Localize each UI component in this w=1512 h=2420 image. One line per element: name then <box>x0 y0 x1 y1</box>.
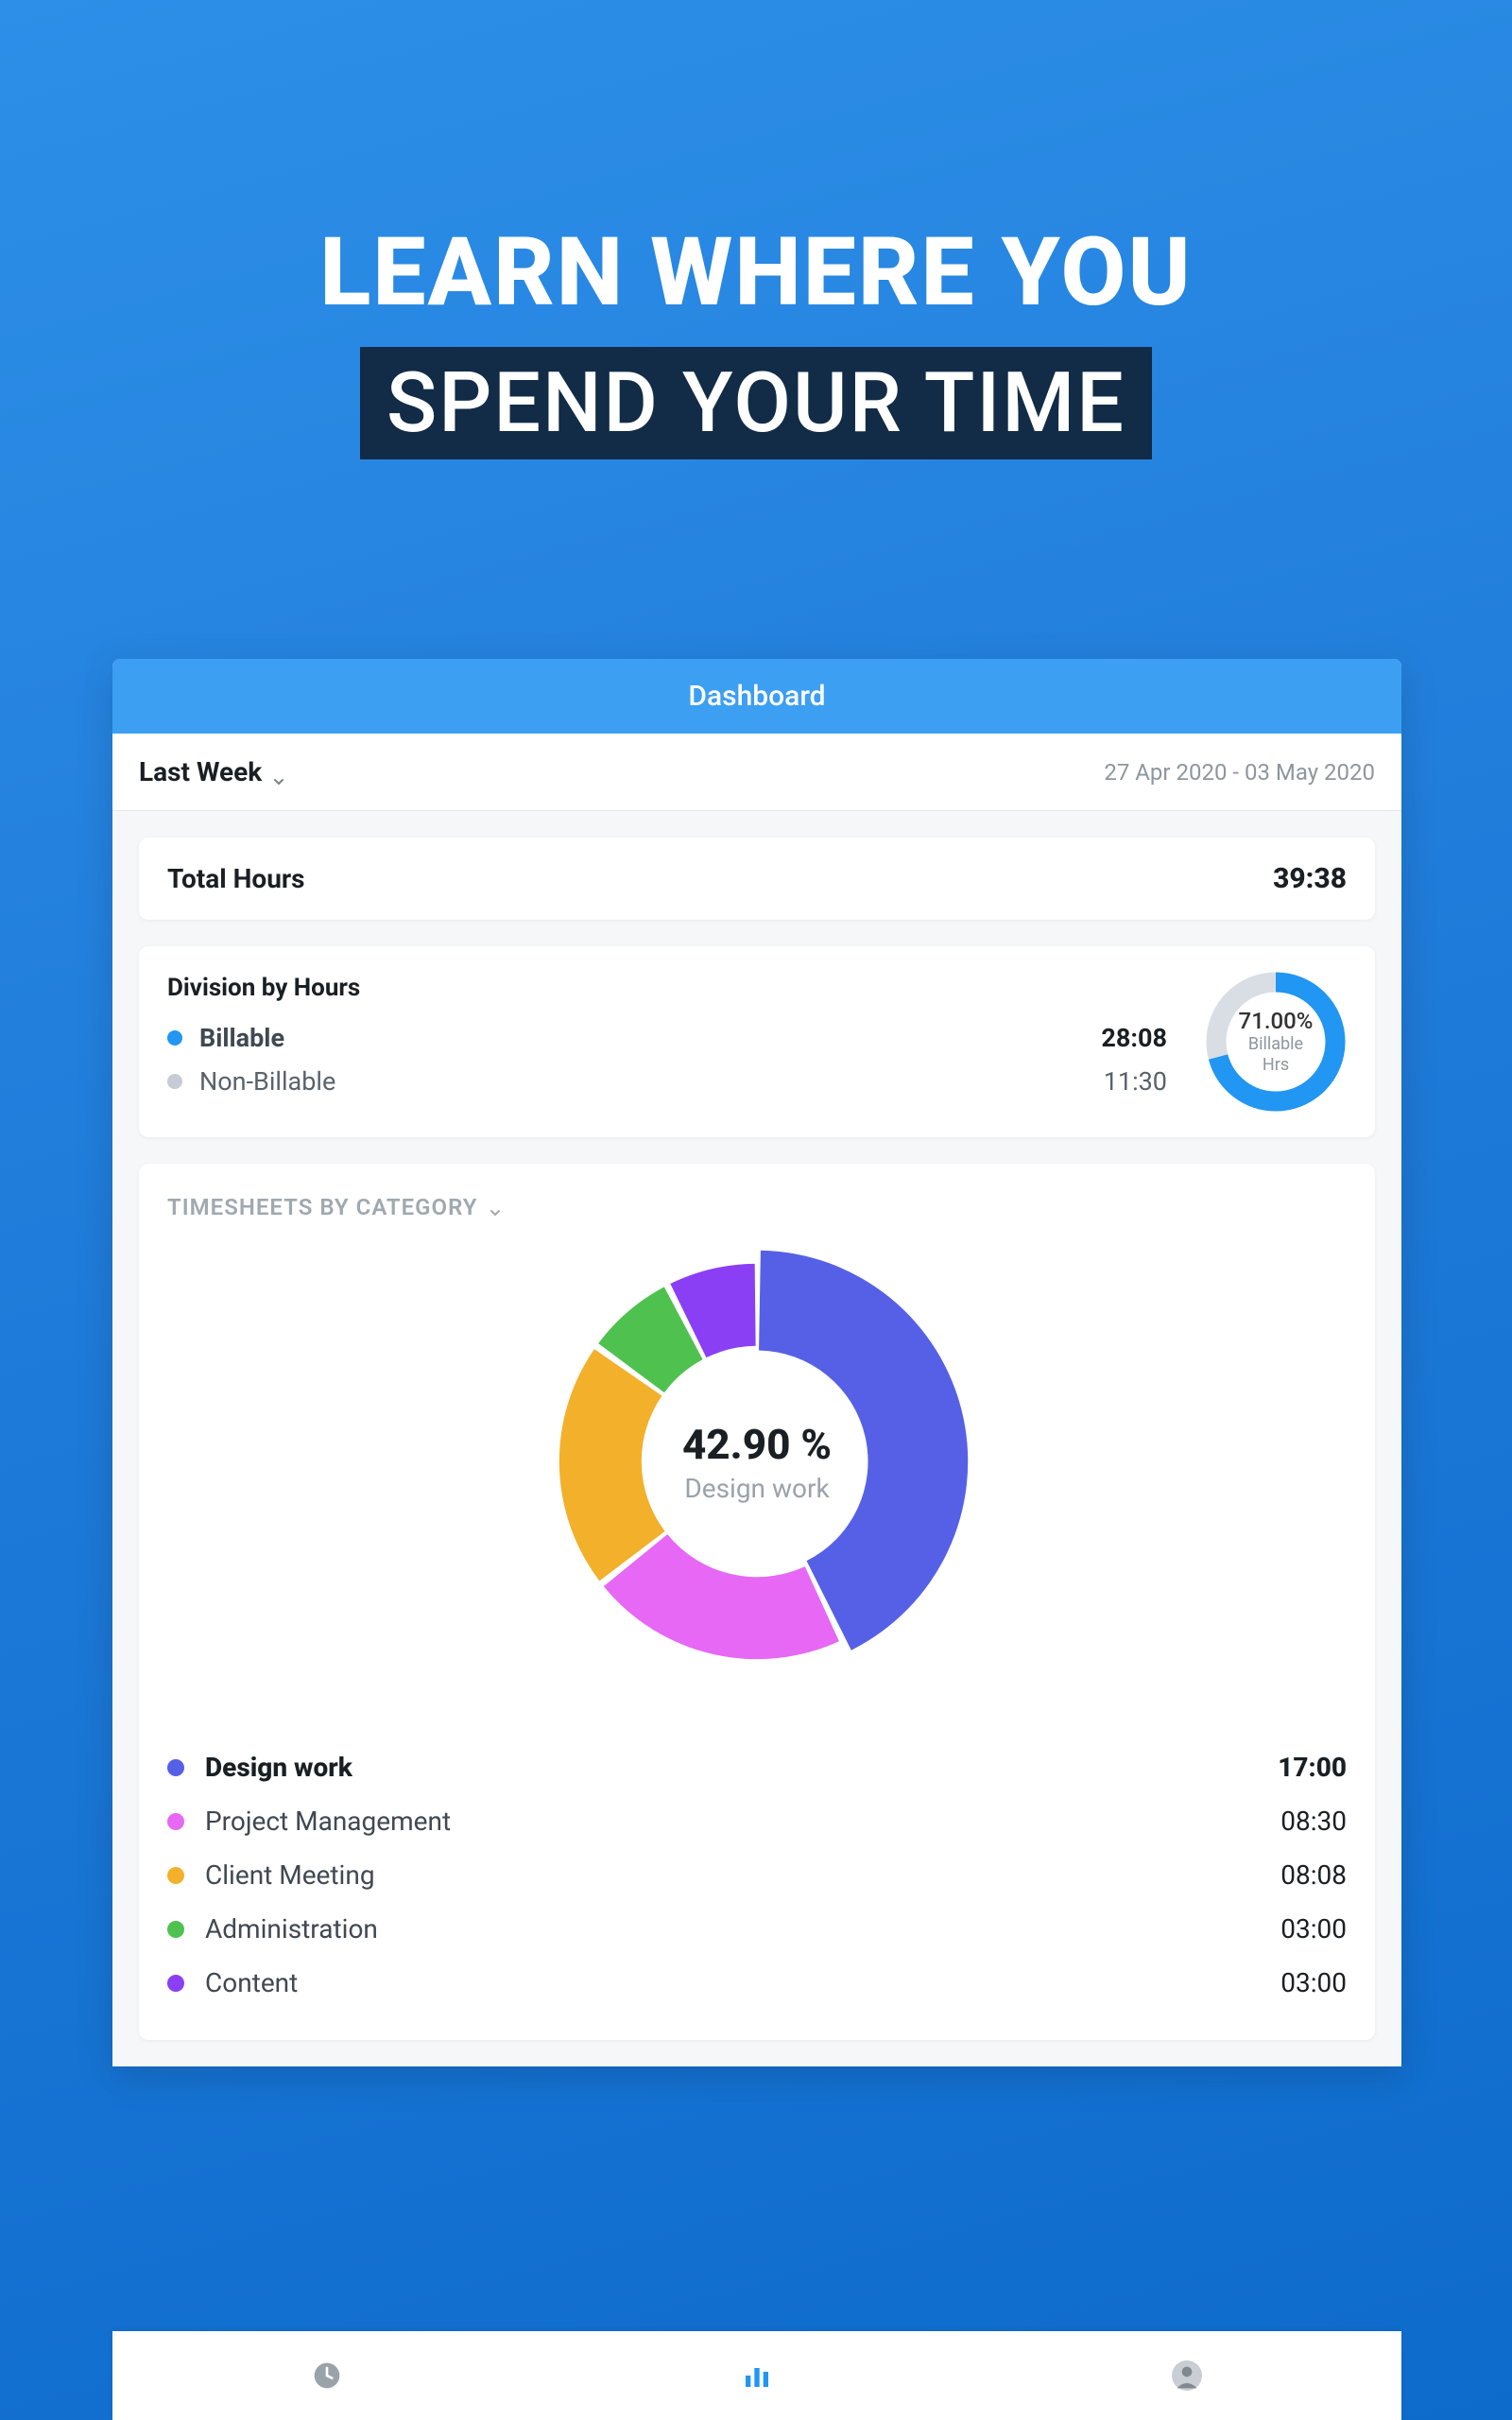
category-dropdown[interactable]: TIMESHEETS BY CATEGORY <box>167 1194 1347 1220</box>
division-value: 11:30 <box>921 1066 1167 1097</box>
dot-icon <box>167 1975 184 1992</box>
chevron-down-icon <box>488 1200 503 1215</box>
division-left: Division by Hours Billable 28:08 Non-Bil… <box>167 974 1167 1110</box>
category-label: Content <box>205 1967 1280 1998</box>
dot-icon <box>167 1813 184 1830</box>
category-value: 03:00 <box>1280 1913 1347 1945</box>
gauge-label-2: Hrs <box>1263 1055 1289 1076</box>
period-label: Last Week <box>139 756 262 787</box>
category-row[interactable]: Client Meeting08:08 <box>167 1848 1347 1902</box>
clock-icon <box>310 2359 344 2393</box>
hero-line1: LEARN WHERE YOU <box>0 217 1512 328</box>
category-label: Project Management <box>205 1806 1280 1837</box>
hero-line2-wrap: SPEND YOUR TIME <box>360 347 1152 459</box>
category-value: 08:30 <box>1280 1806 1347 1837</box>
nav-profile[interactable] <box>971 2331 1401 2420</box>
filter-row: Last Week 27 Apr 2020 - 03 May 2020 <box>112 734 1401 811</box>
bar-chart-icon <box>740 2359 774 2393</box>
bottom-nav <box>112 2331 1401 2420</box>
avatar-icon <box>1170 2359 1204 2393</box>
category-list: Design work17:00Project Management08:30C… <box>167 1740 1347 2010</box>
category-row[interactable]: Design work17:00 <box>167 1740 1347 1794</box>
date-range: 27 Apr 2020 - 03 May 2020 <box>1104 759 1375 786</box>
category-value: 03:00 <box>1280 1967 1347 1998</box>
division-row-billable: Billable 28:08 <box>167 1023 1167 1053</box>
category-value: 08:08 <box>1280 1859 1347 1891</box>
category-header-label: TIMESHEETS BY CATEGORY <box>167 1194 478 1220</box>
donut-percent: 42.90 % <box>682 1420 832 1469</box>
dashboard-content: Total Hours 39:38 Division by Hours Bill… <box>112 811 1401 2066</box>
nav-timer[interactable] <box>112 2331 542 2420</box>
category-label: Administration <box>205 1913 1280 1945</box>
app-header-title: Dashboard <box>112 659 1401 734</box>
division-card[interactable]: Division by Hours Billable 28:08 Non-Bil… <box>139 946 1375 1137</box>
division-label: Non-Billable <box>199 1066 921 1097</box>
dot-icon <box>167 1921 184 1938</box>
hero-banner: LEARN WHERE YOU SPEND YOUR TIME <box>0 0 1512 459</box>
category-value: 17:00 <box>1278 1752 1347 1783</box>
donut-center: 42.90 % Design work <box>535 1239 979 1684</box>
category-card: TIMESHEETS BY CATEGORY 42.90 % Design wo… <box>139 1164 1375 2040</box>
category-row[interactable]: Content03:00 <box>167 1956 1347 2010</box>
dot-icon <box>167 1030 182 1046</box>
chevron-down-icon <box>271 765 286 780</box>
dot-icon <box>167 1759 184 1776</box>
dot-icon <box>167 1867 184 1884</box>
total-hours-title: Total Hours <box>167 863 305 894</box>
billable-gauge: 71.00% Billable Hrs <box>1205 971 1347 1113</box>
division-value: 28:08 <box>921 1023 1167 1053</box>
period-dropdown[interactable]: Last Week <box>139 756 286 787</box>
division-label: Billable <box>199 1023 921 1053</box>
app-frame: Dashboard Last Week 27 Apr 2020 - 03 May… <box>112 659 1401 2066</box>
gauge-percent: 71.00% <box>1239 1008 1314 1034</box>
category-donut-chart[interactable]: 42.90 % Design work <box>535 1239 979 1684</box>
dot-icon <box>167 1074 182 1089</box>
category-row[interactable]: Administration03:00 <box>167 1902 1347 1956</box>
hero-line2: SPEND YOUR TIME <box>387 354 1125 452</box>
category-label: Client Meeting <box>205 1859 1280 1891</box>
division-row-nonbillable: Non-Billable 11:30 <box>167 1066 1167 1097</box>
total-hours-card[interactable]: Total Hours 39:38 <box>139 838 1375 920</box>
gauge-center: 71.00% Billable Hrs <box>1205 971 1347 1113</box>
gauge-label-1: Billable <box>1248 1034 1303 1055</box>
category-label: Design work <box>205 1752 1278 1783</box>
category-row[interactable]: Project Management08:30 <box>167 1794 1347 1848</box>
donut-label: Design work <box>684 1473 829 1504</box>
division-title: Division by Hours <box>167 974 1167 1002</box>
nav-reports[interactable] <box>542 2331 972 2420</box>
total-hours-value: 39:38 <box>1273 862 1347 895</box>
